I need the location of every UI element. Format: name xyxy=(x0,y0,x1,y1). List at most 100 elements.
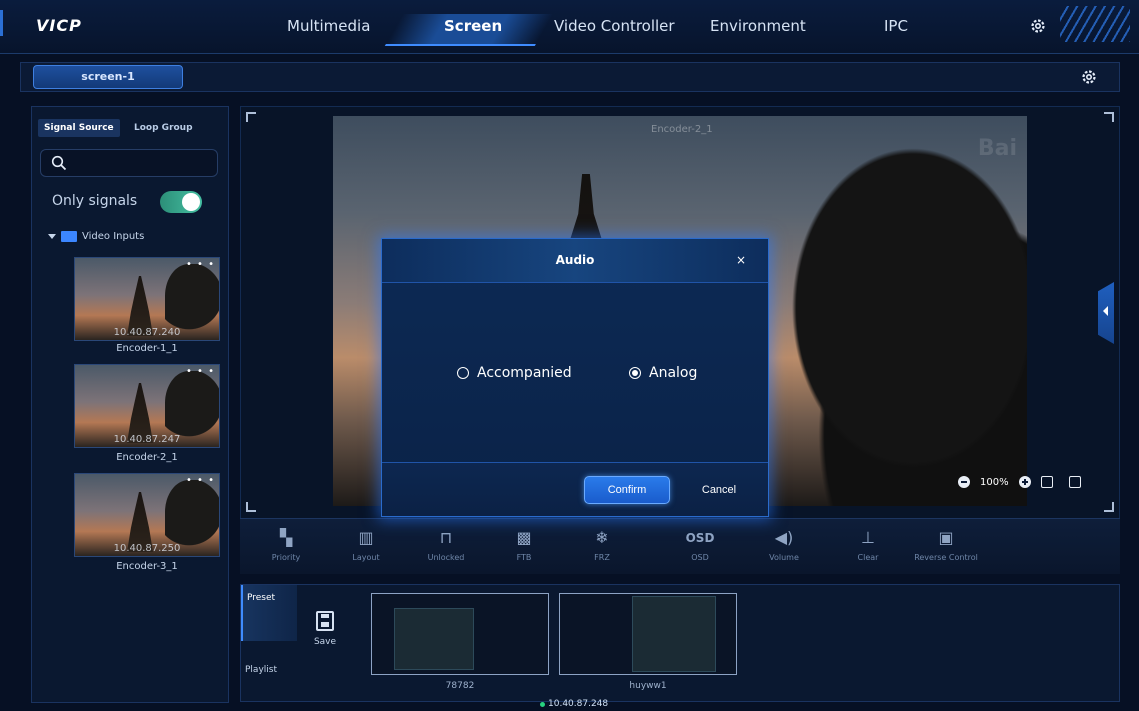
zoom-controls: 100% xyxy=(958,476,1081,488)
zoom-level: 100% xyxy=(980,476,1009,488)
signal-name: Encoder-1_1 xyxy=(116,343,178,354)
snowflake-icon: ❄ xyxy=(595,528,609,547)
chevron-left-icon xyxy=(1103,306,1108,316)
app-logo: VICP xyxy=(36,16,82,35)
screen-tab[interactable]: screen-1 xyxy=(33,65,183,89)
priority-icon: ▚ xyxy=(279,528,293,547)
freeze-label: FRZ xyxy=(594,553,610,562)
preset-card[interactable] xyxy=(559,593,737,675)
tab-preset[interactable]: Preset xyxy=(241,585,297,641)
tab-playlist[interactable]: Playlist xyxy=(241,645,297,701)
tab-signal-source[interactable]: Signal Source xyxy=(38,119,120,137)
radio-label: Analog xyxy=(649,365,698,381)
corner-marker xyxy=(246,502,256,512)
cancel-button[interactable]: Cancel xyxy=(684,476,754,504)
preset-panel: Preset Playlist Save 78782 huyww1 xyxy=(240,584,1120,702)
radio-analog[interactable]: Analog xyxy=(629,365,697,381)
unlock-button[interactable]: ⊓ Unlocked xyxy=(406,527,486,562)
dialog-header: Audio × xyxy=(382,239,768,283)
confirm-button[interactable]: Confirm xyxy=(584,476,670,504)
more-options-icon[interactable]: • • • xyxy=(186,259,215,270)
search-input[interactable] xyxy=(40,149,218,177)
online-status-icon xyxy=(540,701,545,707)
signal-ip: 10.40.87.250 xyxy=(113,543,181,554)
radio-button[interactable] xyxy=(457,367,469,379)
signal-thumbnail[interactable]: • • • 10.40.87.240 xyxy=(74,257,220,341)
preset-layout-preview xyxy=(394,608,474,670)
osd-icon: OSD xyxy=(685,531,715,545)
signal-ip: 10.40.87.240 xyxy=(113,327,181,338)
dialog-title: Audio xyxy=(555,253,595,267)
priority-button[interactable]: ▚ Priority xyxy=(246,527,326,562)
save-icon xyxy=(316,611,334,631)
nav-screen[interactable]: Screen xyxy=(444,17,502,35)
top-decoration xyxy=(1060,6,1130,42)
more-options-icon[interactable]: • • • xyxy=(186,475,215,486)
video-window-label: Encoder-2_1 xyxy=(651,124,713,135)
tab-loop-group[interactable]: Loop Group xyxy=(128,119,199,137)
nav-ipc[interactable]: IPC xyxy=(884,17,908,35)
layout-button[interactable]: ▥ Layout xyxy=(326,527,406,562)
corner-marker xyxy=(246,112,256,122)
clear-label: Clear xyxy=(857,553,879,562)
layout-icon: ▥ xyxy=(358,528,374,547)
nav-video-controller[interactable]: Video Controller xyxy=(554,17,675,35)
close-icon[interactable]: × xyxy=(736,253,746,267)
freeze-button[interactable]: ❄ FRZ xyxy=(562,527,642,562)
screen-toolbar: ▚ Priority ▥ Layout ⊓ Unlocked ▩ FTB ❄ FRZ OS… xyxy=(240,518,1120,574)
priority-label: Priority xyxy=(271,553,301,562)
audio-dialog: Audio × Accompanied Analog Confirm Cance… xyxy=(381,238,769,517)
screen-tab-bar: screen-1 xyxy=(20,62,1120,92)
layout-label: Layout xyxy=(352,553,380,562)
volume-icon: ◀) xyxy=(774,528,794,547)
expand-arrow-icon xyxy=(48,234,56,239)
radio-label: Accompanied xyxy=(477,365,572,381)
signal-name: Encoder-2_1 xyxy=(116,452,178,463)
dialog-footer: Confirm Cancel xyxy=(382,462,768,516)
more-options-icon[interactable]: • • • xyxy=(186,366,215,377)
signal-thumbnail[interactable]: • • • 10.40.87.250 xyxy=(74,473,220,557)
reverse-control-button[interactable]: ▣ Reverse Control xyxy=(906,527,986,562)
nav-multimedia[interactable]: Multimedia xyxy=(287,17,370,35)
signal-name: Encoder-3_1 xyxy=(116,561,178,572)
tree-label: Video Inputs xyxy=(82,231,145,242)
screen-settings-gear-icon[interactable] xyxy=(1081,69,1097,85)
nav-environment[interactable]: Environment xyxy=(710,17,806,35)
top-edge-accent xyxy=(0,10,3,36)
folder-icon xyxy=(61,231,77,242)
preset-card[interactable] xyxy=(371,593,549,675)
status-ip: 10.40.87.248 xyxy=(548,699,609,709)
save-label: Save xyxy=(313,637,337,647)
toggle-knob xyxy=(182,193,200,211)
radio-accompanied[interactable]: Accompanied xyxy=(457,365,572,381)
collapse-panel-handle[interactable] xyxy=(1098,282,1114,344)
osd-button[interactable]: OSD OSD xyxy=(660,527,740,562)
corner-marker xyxy=(1104,502,1114,512)
save-preset-button[interactable]: Save xyxy=(311,611,339,647)
only-signals-toggle[interactable] xyxy=(160,191,202,213)
top-nav-bar: VICP Multimedia Screen Video Controller … xyxy=(0,0,1139,54)
fullscreen-icon[interactable] xyxy=(1068,476,1081,488)
tree-video-inputs[interactable]: Video Inputs xyxy=(48,231,144,242)
search-icon xyxy=(51,155,67,171)
preset-layout-preview xyxy=(632,596,716,672)
volume-button[interactable]: ◀) Volume xyxy=(744,527,824,562)
signal-thumbnail[interactable]: • • • 10.40.87.247 xyxy=(74,364,220,448)
fit-screen-icon[interactable] xyxy=(1040,476,1053,488)
video-watermark: Bai xyxy=(977,136,1017,161)
osd-label: OSD xyxy=(691,553,709,562)
ftb-label: FTB xyxy=(516,553,532,562)
settings-gear-icon[interactable] xyxy=(1030,18,1046,34)
clear-icon: ⊥ xyxy=(861,528,875,547)
volume-label: Volume xyxy=(769,553,799,562)
connection-status: 10.40.87.248 xyxy=(540,699,608,709)
clear-button[interactable]: ⊥ Clear xyxy=(828,527,908,562)
zoom-in-icon[interactable] xyxy=(1018,476,1031,488)
signal-sidebar: Signal Source Loop Group Only signals Vi… xyxy=(31,106,229,703)
preset-name: 78782 xyxy=(445,681,475,691)
radio-button[interactable] xyxy=(629,367,641,379)
zoom-out-icon[interactable] xyxy=(958,476,970,488)
ftb-button[interactable]: ▩ FTB xyxy=(484,527,564,562)
unlock-icon: ⊓ xyxy=(439,528,453,547)
reverse-control-icon: ▣ xyxy=(938,528,954,547)
